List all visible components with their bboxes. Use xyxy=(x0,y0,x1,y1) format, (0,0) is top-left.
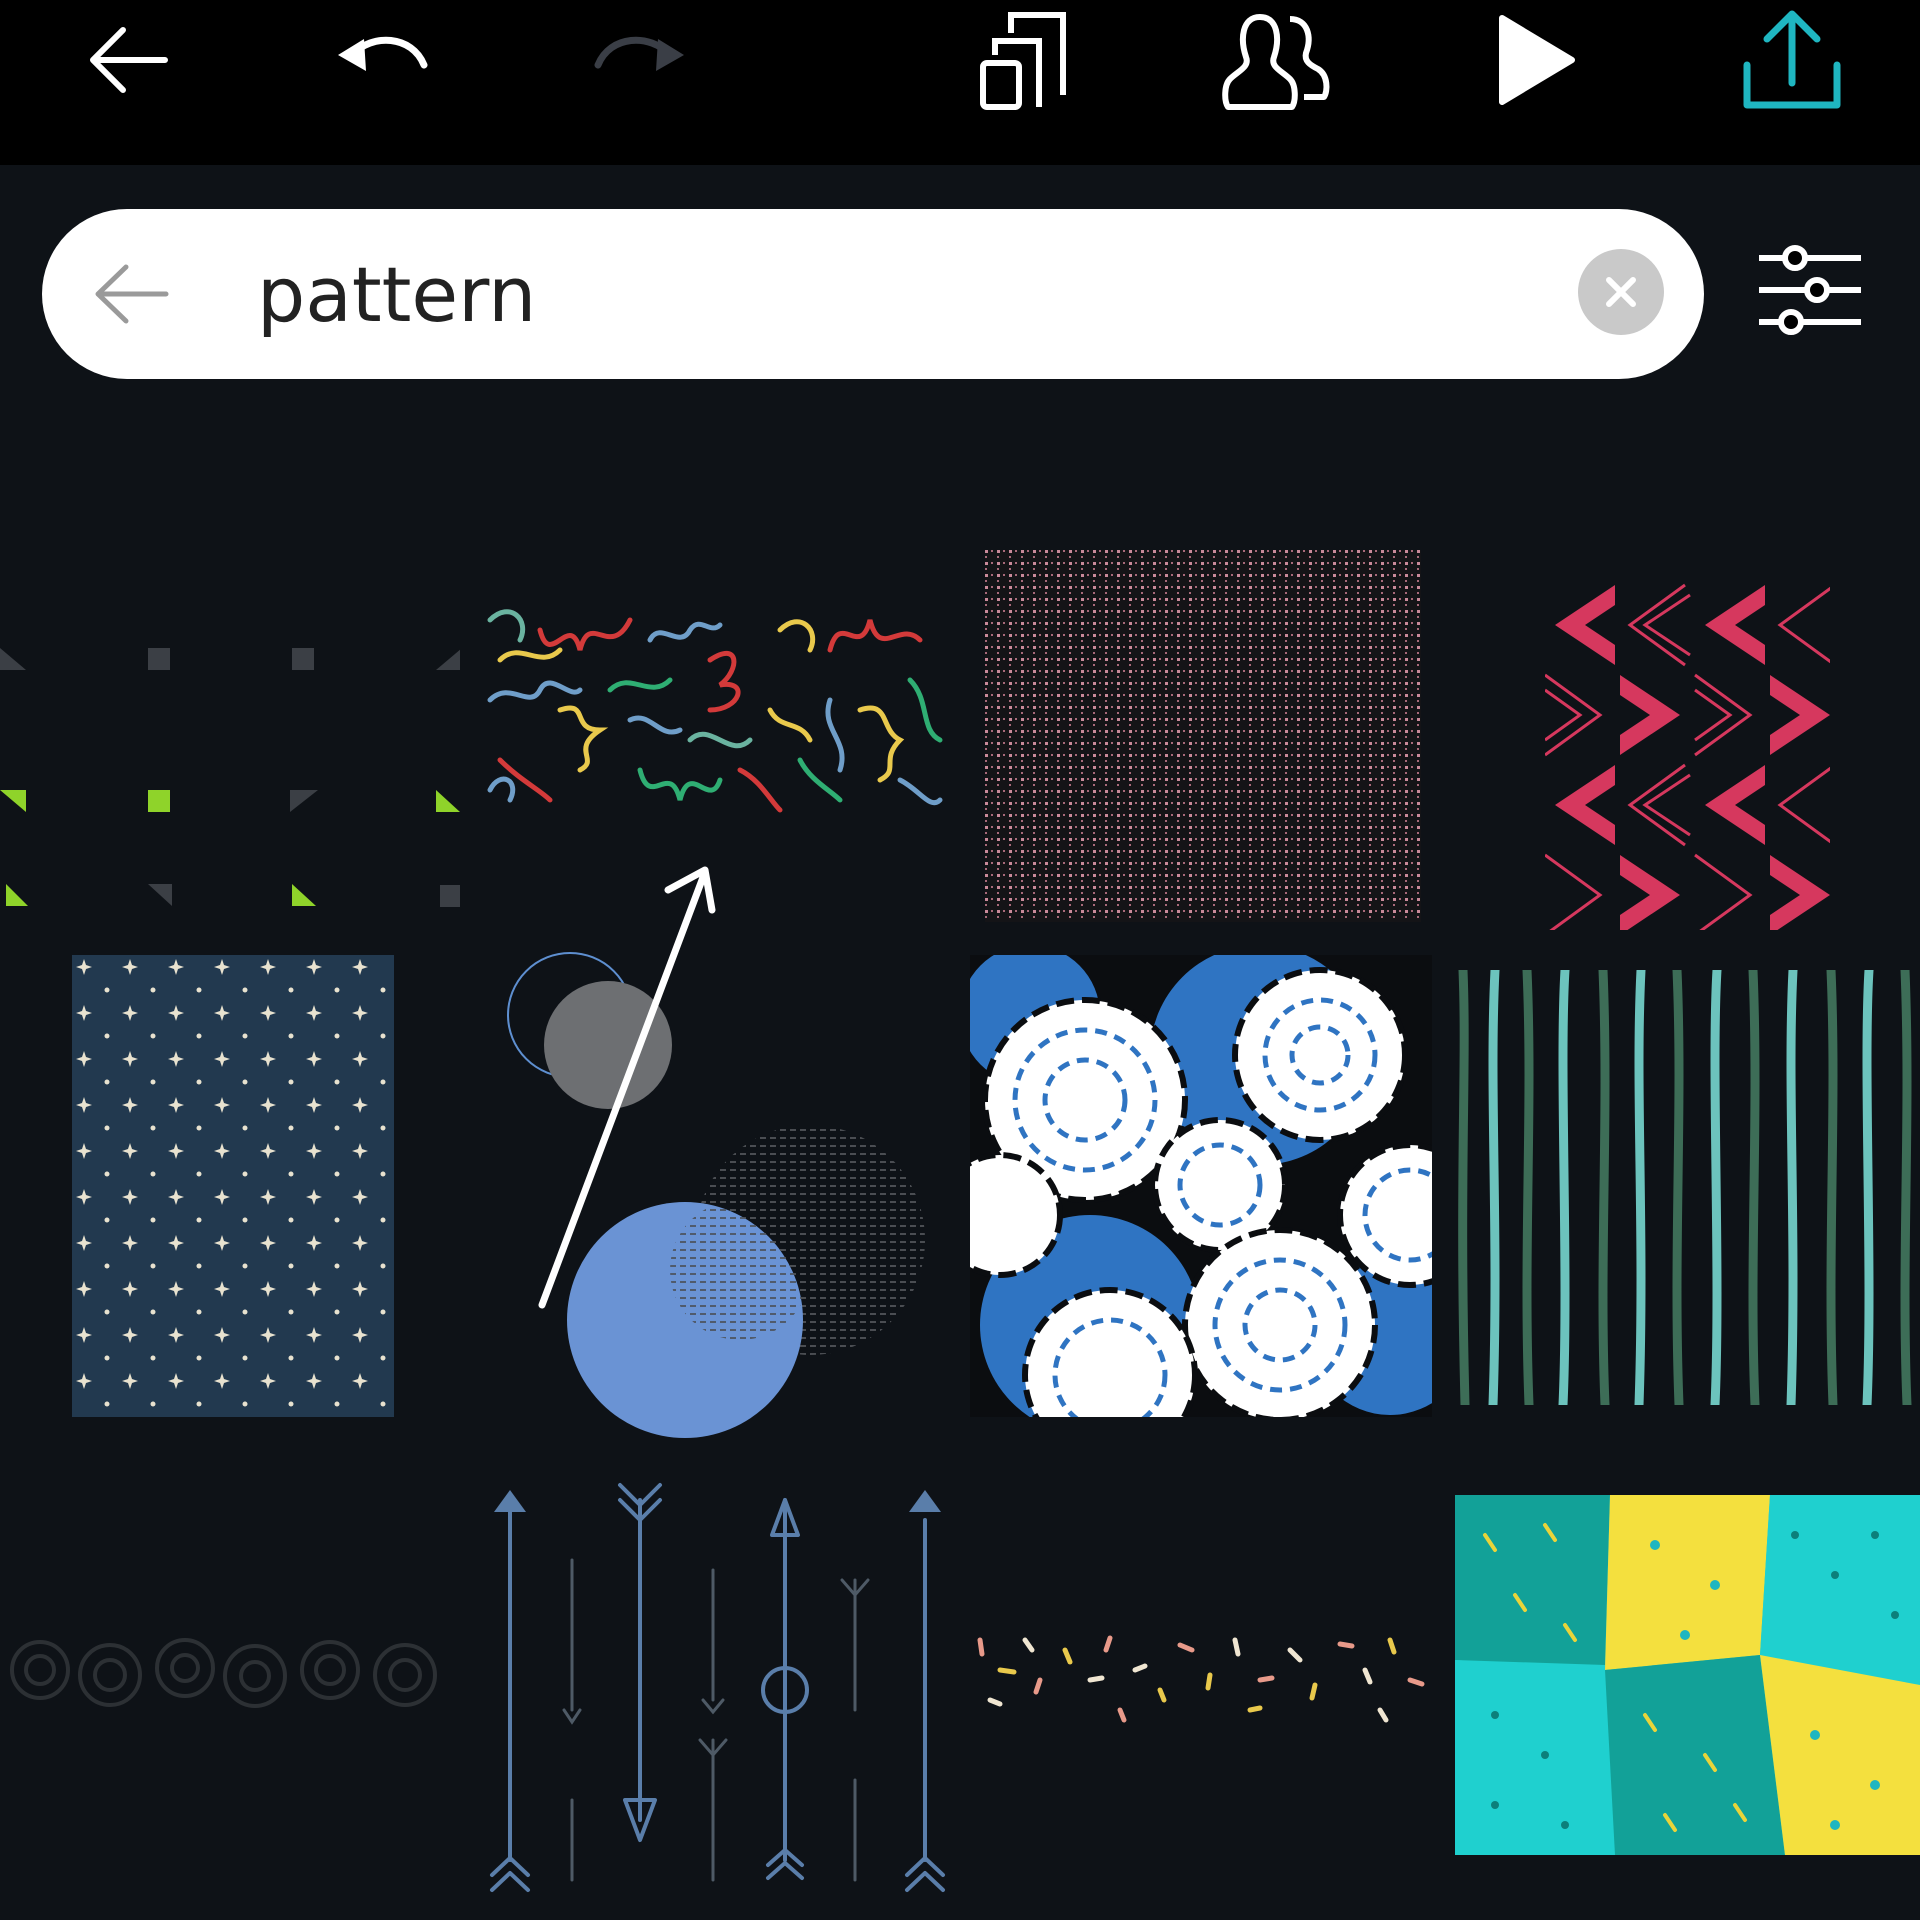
pattern-thumbnail xyxy=(977,1635,1425,1723)
pattern-thumbnail xyxy=(10,1638,437,1708)
redo-button[interactable] xyxy=(570,0,710,120)
pattern-thumbnail xyxy=(970,955,1432,1417)
sliders-icon xyxy=(1759,245,1861,335)
pattern-result-stars-on-navy[interactable] xyxy=(72,955,394,1417)
pattern-thumbnail xyxy=(72,955,394,1417)
pages-button[interactable] xyxy=(955,0,1095,120)
pattern-result-teal-yellow-patchwork[interactable] xyxy=(1455,1495,1920,1855)
arrow-left-icon xyxy=(90,27,168,93)
pattern-result-pink-grid[interactable] xyxy=(985,550,1421,922)
pattern-result-blue-white-rings[interactable] xyxy=(970,955,1432,1417)
top-toolbar xyxy=(0,0,1920,165)
undo-button[interactable] xyxy=(312,0,452,120)
pattern-result-geometric-triangles[interactable] xyxy=(0,550,460,910)
pattern-result-tribal-arrows[interactable] xyxy=(480,1480,950,1900)
pattern-thumbnail xyxy=(507,952,925,1438)
present-button[interactable] xyxy=(1465,0,1605,120)
pattern-thumbnail xyxy=(487,609,943,813)
search-input[interactable] xyxy=(257,231,1557,357)
pattern-thumbnail xyxy=(1458,970,1912,1405)
pattern-thumbnail xyxy=(1545,583,1830,930)
close-icon xyxy=(1606,277,1636,307)
redo-icon xyxy=(594,36,684,71)
pattern-thumbnail xyxy=(0,648,460,907)
back-button[interactable] xyxy=(58,0,198,120)
pattern-thumbnail xyxy=(490,1483,945,1892)
play-icon xyxy=(1499,15,1575,105)
pattern-result-confetti-sprinkles[interactable] xyxy=(970,1620,1432,1740)
collaborators-button[interactable] xyxy=(1210,0,1350,120)
filter-button[interactable] xyxy=(1750,235,1870,345)
arrow-left-icon xyxy=(95,264,169,324)
clear-search-button[interactable] xyxy=(1578,249,1664,335)
people-icon xyxy=(1222,14,1330,110)
pattern-result-dark-floral[interactable] xyxy=(0,1620,460,1730)
pattern-result-green-stripes[interactable] xyxy=(1455,970,1920,1405)
pattern-result-pink-chevrons[interactable] xyxy=(1545,550,1830,930)
upload-icon xyxy=(1743,10,1841,109)
search-results-grid xyxy=(0,420,1920,1920)
export-button[interactable] xyxy=(1722,0,1862,120)
search-bar[interactable] xyxy=(42,209,1704,379)
pattern-thumbnail xyxy=(1455,1495,1920,1855)
search-back-button[interactable] xyxy=(82,244,182,344)
search-row xyxy=(0,165,1920,420)
pattern-result-circles-abstract[interactable] xyxy=(500,950,940,1445)
pages-stack-icon xyxy=(980,12,1066,110)
pattern-result-colorful-squiggles[interactable] xyxy=(480,590,950,830)
pattern-thumbnail xyxy=(985,550,1421,922)
undo-icon xyxy=(338,36,428,71)
